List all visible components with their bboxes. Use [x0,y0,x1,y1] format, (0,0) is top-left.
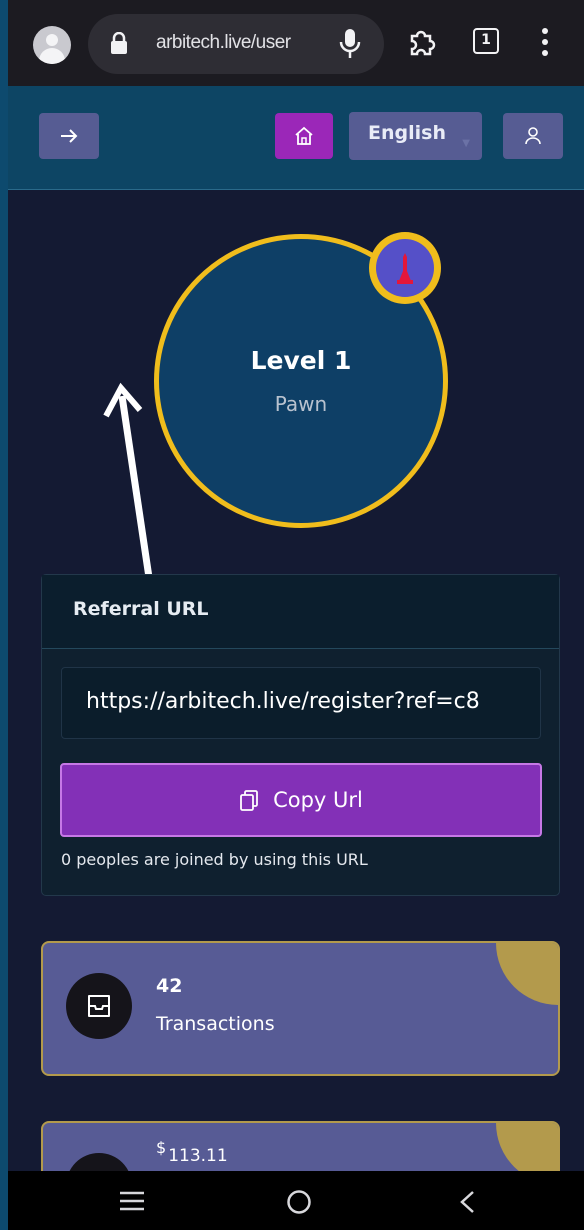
address-bar[interactable]: arbitech.live/user [88,14,384,74]
user-menu-button[interactable] [503,113,563,159]
card-corner-decoration [496,943,558,1005]
home-button[interactable] [275,113,333,159]
inbox-icon [66,973,132,1039]
balance-value: $113.11 [156,1138,228,1166]
recent-apps-icon[interactable] [118,1191,146,1211]
transactions-count: 42 [156,975,183,997]
referral-card: Referral URL https://arbitech.live/regis… [41,574,560,896]
language-select[interactable]: English ▼ [349,112,482,160]
profile-avatar-icon[interactable] [33,26,71,64]
balance-amount: 113.11 [168,1146,228,1166]
system-navigation-bar [8,1171,584,1230]
home-icon [295,126,313,145]
tab-switcher-icon[interactable]: 1 [473,28,499,54]
joined-note: 0 peoples are joined by using this URL [61,850,368,869]
rank-badge [369,232,441,304]
pawn-icon [397,253,413,284]
lock-icon [111,32,127,54]
copy-url-button[interactable]: Copy Url [60,763,542,837]
currency-symbol: $ [156,1138,167,1157]
arrow-right-icon [61,129,78,143]
extensions-icon[interactable] [404,24,438,58]
url-text: arbitech.live/user [156,32,291,53]
microphone-icon[interactable] [338,28,362,60]
main-content: Level 1 Pawn Referral URL https://arbite… [8,190,584,1181]
transactions-card[interactable]: 42 Transactions [41,941,560,1076]
user-icon [525,127,541,145]
site-header: English ▼ [8,86,584,190]
left-edge-strip [0,0,8,1230]
copy-url-label: Copy Url [273,788,363,812]
level-title: Level 1 [250,346,352,375]
browser-toolbar: arbitech.live/user 1 [8,0,584,86]
transactions-label: Transactions [156,1013,275,1035]
home-nav-icon[interactable] [286,1189,312,1215]
sidebar-toggle-button[interactable] [39,113,99,159]
back-nav-icon[interactable] [458,1190,476,1214]
referral-heading: Referral URL [42,575,559,649]
referral-url-field[interactable]: https://arbitech.live/register?ref=c8 [61,667,541,739]
language-label: English [368,122,446,144]
chevron-down-icon: ▼ [462,138,470,149]
more-menu-icon[interactable] [540,26,550,58]
copy-icon [240,790,258,811]
level-rank: Pawn [274,392,328,416]
